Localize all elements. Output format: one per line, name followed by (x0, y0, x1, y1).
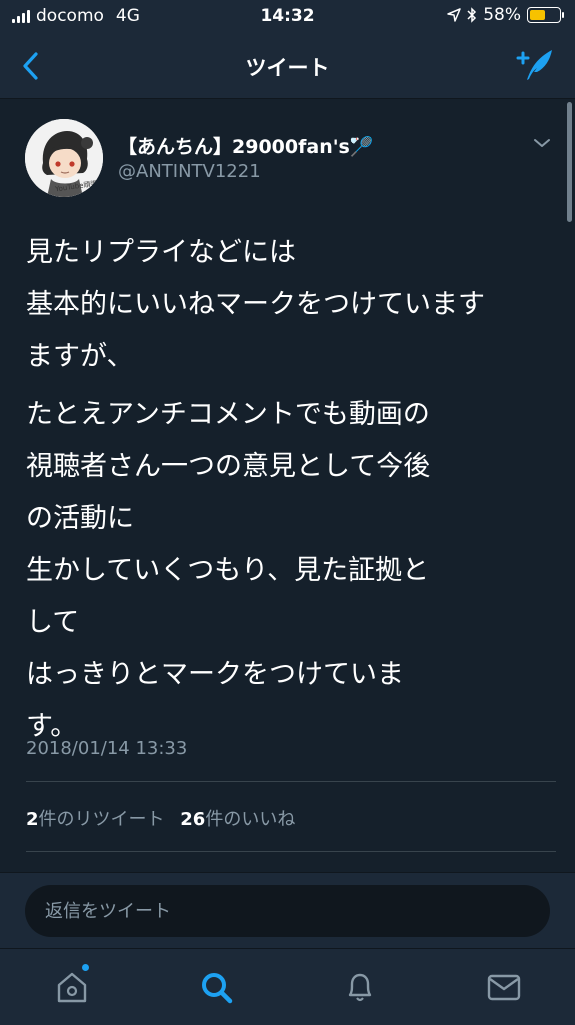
mail-icon (487, 974, 521, 1001)
divider (26, 851, 556, 852)
battery-icon (527, 7, 564, 23)
tweet-stats: 2件のリツイート 26件のいいね (26, 805, 305, 831)
tweet-paragraph-1: 見たリプライなどには 基本的にいいねマークをつけています ますが、 (26, 237, 485, 372)
back-button[interactable] (18, 50, 48, 82)
display-name-text: 【あんちん】29000fan's (118, 136, 350, 158)
chevron-left-icon (23, 52, 38, 80)
divider (26, 781, 556, 782)
tweet-paragraph-2: たとえアンチコメントでも動画の 視聴者さん一つの意見として今後 の活動に 生かし… (26, 399, 431, 742)
tab-bar (0, 948, 575, 1025)
retweet-count-link[interactable]: 2件のリツイート (26, 809, 165, 830)
tweet-options-button[interactable] (530, 134, 554, 152)
compose-tweet-icon (516, 50, 552, 80)
like-count-link[interactable]: 26件のいいね (180, 809, 295, 830)
reply-input[interactable] (25, 885, 550, 937)
display-name[interactable]: 【あんちん】29000fan's🏸 (118, 132, 374, 159)
home-icon (57, 972, 87, 1003)
tab-notifications[interactable] (340, 967, 380, 1007)
tab-messages[interactable] (484, 967, 524, 1007)
compose-button[interactable] (515, 46, 555, 84)
location-arrow-icon (447, 8, 461, 22)
status-bar: docomo 4G 14:32 58% (0, 0, 575, 36)
badminton-emoji: 🏸 (349, 136, 374, 158)
chevron-down-icon (534, 139, 550, 147)
retweet-label: 件のリツイート (38, 809, 165, 830)
battery-fill (530, 10, 545, 20)
scroll-indicator[interactable] (567, 102, 572, 222)
search-icon (202, 973, 233, 1004)
like-label: 件のいいね (205, 809, 296, 830)
battery-percent: 58% (483, 5, 521, 25)
bell-icon (348, 973, 372, 1002)
tab-home[interactable] (52, 967, 92, 1007)
retweet-count: 2 (26, 809, 39, 830)
tab-search[interactable] (196, 967, 236, 1007)
reply-bar (0, 872, 575, 949)
new-content-indicator (82, 964, 89, 971)
bluetooth-icon (467, 7, 477, 23)
status-right: 58% (447, 5, 564, 25)
username[interactable]: @ANTINTV1221 (118, 161, 261, 182)
like-count: 26 (180, 809, 206, 830)
page-title: ツイート (245, 56, 330, 80)
tweet-text: 見たリプライなどには 基本的にいいねマークをつけています ますが、 たとえアンチ… (26, 227, 546, 773)
avatar[interactable]: YouTube頑張る (25, 119, 103, 197)
tweet-timestamp: 2018/01/14 13:33 (26, 738, 188, 759)
navigation-bar: ツイート (0, 36, 575, 99)
